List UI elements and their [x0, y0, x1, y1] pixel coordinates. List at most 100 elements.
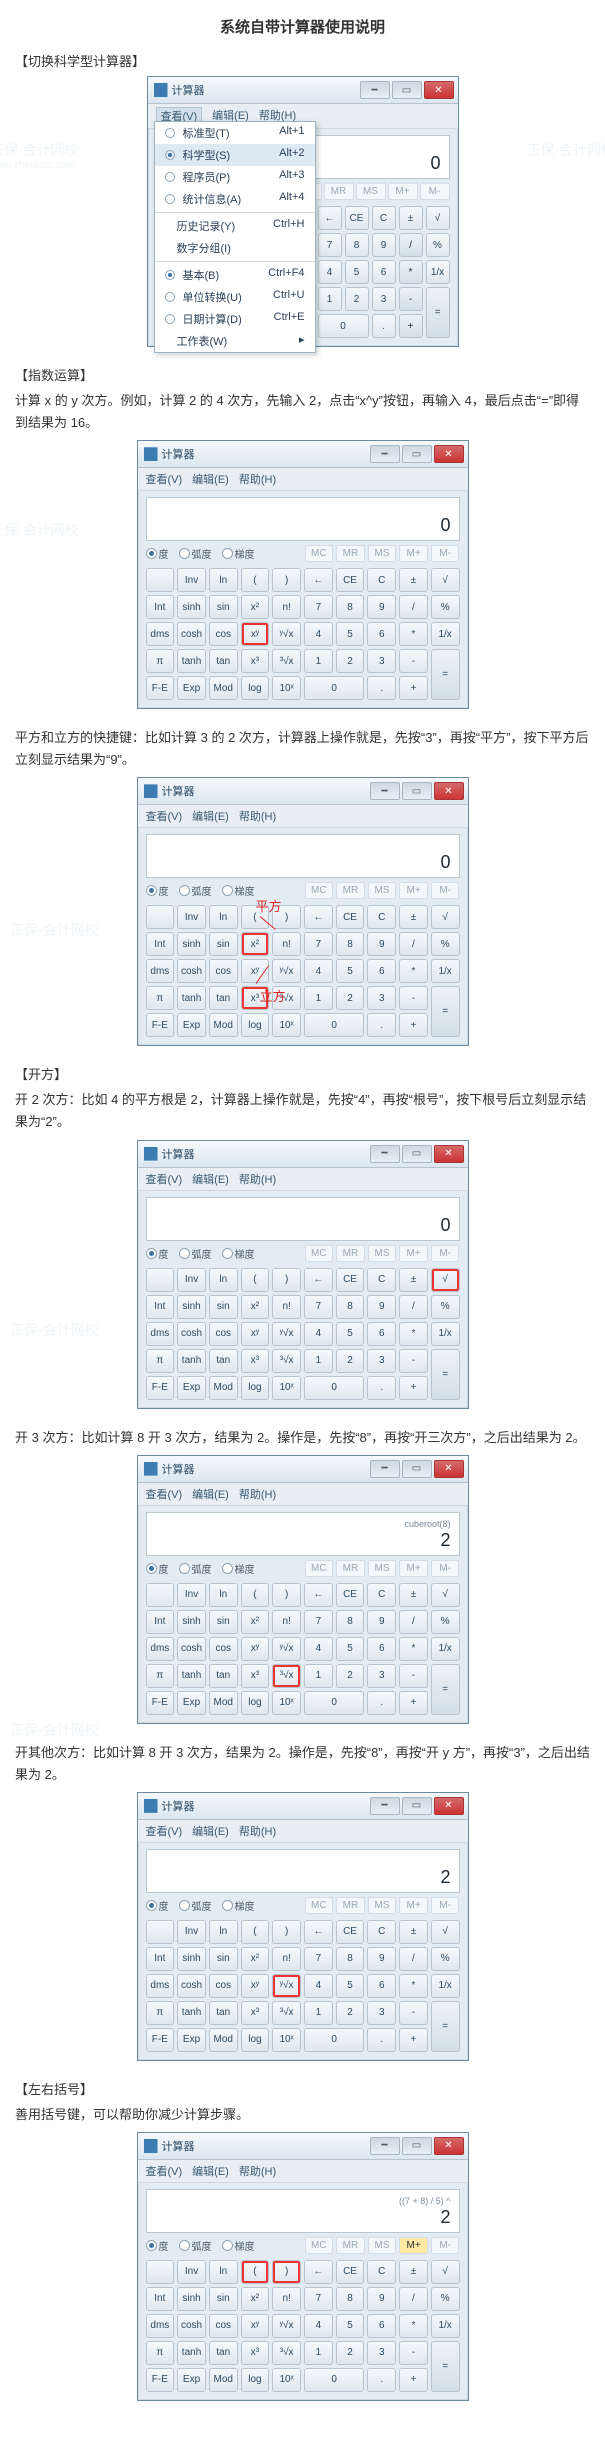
key-7[interactable]: 7 [304, 1295, 333, 1319]
mem-mm[interactable]: M- [431, 1245, 460, 1262]
key-5[interactable]: 5 [336, 1637, 365, 1661]
key-exp[interactable]: Exp [177, 2368, 206, 2392]
key-log[interactable]: log [241, 2028, 270, 2052]
key-mul[interactable]: * [399, 959, 428, 983]
key-7[interactable]: 7 [304, 1610, 333, 1634]
close-button[interactable]: ✕ [434, 1460, 464, 1478]
key-xy[interactable]: xʸ [241, 2314, 270, 2338]
menu-edit[interactable]: 编辑(E) [192, 471, 229, 487]
key-int[interactable]: Int [146, 595, 175, 619]
key-5[interactable]: 5 [336, 959, 365, 983]
key-5[interactable]: 5 [336, 1322, 365, 1346]
mode-grads[interactable]: 梯度 [222, 1561, 255, 1576]
key-ln[interactable]: ln [209, 905, 238, 929]
key-cbrt[interactable]: ³√x [272, 1349, 301, 1373]
key-cos[interactable]: cos [209, 959, 238, 983]
key-lparen[interactable]: ( [241, 568, 270, 592]
key-5[interactable]: 5 [345, 260, 369, 284]
menu-help[interactable]: 帮助(H) [239, 808, 276, 824]
key-x3[interactable]: x³ [241, 2341, 270, 2365]
key-2[interactable]: 2 [345, 287, 369, 311]
key-x3[interactable]: x³ [241, 1664, 270, 1688]
key-x3[interactable]: x³ [241, 2001, 270, 2025]
minimize-button[interactable]: ━ [370, 782, 400, 800]
dd-item-standard[interactable]: 标准型(T)Alt+1 [155, 122, 315, 144]
mem-ms[interactable]: MS [368, 1245, 397, 1262]
mode-degrees[interactable]: 度 [146, 883, 169, 898]
key-sinh[interactable]: sinh [177, 595, 206, 619]
key-4[interactable]: 4 [304, 1974, 333, 1998]
key-inv[interactable]: Inv [177, 1268, 206, 1292]
key-yroot[interactable]: ʸ√x [272, 1322, 301, 1346]
key-cbrt[interactable]: ³√x [272, 2001, 301, 2025]
key-10x[interactable]: 10ˣ [272, 1691, 301, 1715]
key-inv[interactable]: Inv [177, 1920, 206, 1944]
key-yroot[interactable]: ʸ√x [272, 2314, 301, 2338]
key-fact[interactable]: n! [272, 595, 301, 619]
key-ce[interactable]: CE [336, 1583, 365, 1607]
key-fe[interactable]: F-E [146, 1013, 175, 1037]
key-xy[interactable]: xʸ [241, 1974, 270, 1998]
key-div[interactable]: / [399, 1295, 428, 1319]
key-mul[interactable]: * [399, 622, 428, 646]
mode-degrees[interactable]: 度 [146, 1246, 169, 1261]
key-1[interactable]: 1 [304, 649, 333, 673]
key-rparen[interactable]: ) [272, 905, 301, 929]
key-x2[interactable]: x² [241, 2287, 270, 2311]
key-5[interactable]: 5 [336, 1974, 365, 1998]
key-mod[interactable]: Mod [209, 2028, 238, 2052]
key-fe[interactable]: F-E [146, 676, 175, 700]
key-7[interactable]: 7 [304, 1947, 333, 1971]
key-3[interactable]: 3 [372, 287, 396, 311]
key-tanh[interactable]: tanh [177, 1664, 206, 1688]
key-mod[interactable]: Mod [209, 1013, 238, 1037]
key-1[interactable]: 1 [304, 1349, 333, 1373]
mem-mp[interactable]: M+ [399, 1560, 428, 1577]
key-dot[interactable]: . [367, 1013, 396, 1037]
key-c[interactable]: C [367, 1920, 396, 1944]
key-sin[interactable]: sin [209, 1947, 238, 1971]
mem-ms[interactable]: MS [368, 1560, 397, 1577]
key-1[interactable]: 1 [304, 2341, 333, 2365]
key-c[interactable]: C [367, 2260, 396, 2284]
close-button[interactable]: ✕ [434, 782, 464, 800]
key-yroot[interactable]: ʸ√x [272, 959, 301, 983]
mem-mc[interactable]: MC [305, 1560, 334, 1577]
key-tan[interactable]: tan [209, 2341, 238, 2365]
key-sqrt[interactable]: √ [431, 2260, 460, 2284]
key-tan[interactable]: tan [209, 2001, 238, 2025]
key-recip[interactable]: 1/x [431, 622, 460, 646]
key-4[interactable]: 4 [304, 622, 333, 646]
mode-radians[interactable]: 弧度 [179, 546, 212, 561]
key-rparen[interactable]: ) [272, 2260, 301, 2284]
key-tanh[interactable]: tanh [177, 986, 206, 1010]
key-exp[interactable]: Exp [177, 1013, 206, 1037]
menu-help[interactable]: 帮助(H) [239, 471, 276, 487]
key-blank[interactable] [146, 1920, 175, 1944]
mem-mp[interactable]: M+ [399, 545, 428, 562]
key-recip[interactable]: 1/x [431, 1322, 460, 1346]
key-2[interactable]: 2 [336, 1664, 365, 1688]
key-inv[interactable]: Inv [177, 2260, 206, 2284]
dd-item-unit[interactable]: 单位转换(U)Ctrl+U [155, 286, 315, 308]
key-log[interactable]: log [241, 676, 270, 700]
key-dms[interactable]: dms [146, 622, 175, 646]
maximize-button[interactable]: ▭ [402, 782, 432, 800]
minimize-button[interactable]: ━ [370, 445, 400, 463]
mode-radians[interactable]: 弧度 [179, 883, 212, 898]
key-0[interactable]: 0 [304, 2028, 364, 2052]
key-cos[interactable]: cos [209, 622, 238, 646]
key-yroot[interactable]: ʸ√x [272, 622, 301, 646]
key-fact[interactable]: n! [272, 1295, 301, 1319]
key-2[interactable]: 2 [336, 2001, 365, 2025]
dd-item-worksheet[interactable]: 工作表(W)▸ [155, 330, 315, 352]
key-eq[interactable]: = [426, 287, 450, 338]
key-int[interactable]: Int [146, 932, 175, 956]
key-3[interactable]: 3 [367, 2341, 396, 2365]
key-ce[interactable]: CE [336, 568, 365, 592]
key-x2[interactable]: x² [241, 595, 270, 619]
key-8[interactable]: 8 [336, 1610, 365, 1634]
key-int[interactable]: Int [146, 1610, 175, 1634]
mem-mm[interactable]: M- [431, 882, 460, 899]
key-cbrt[interactable]: ³√x [272, 1664, 301, 1688]
